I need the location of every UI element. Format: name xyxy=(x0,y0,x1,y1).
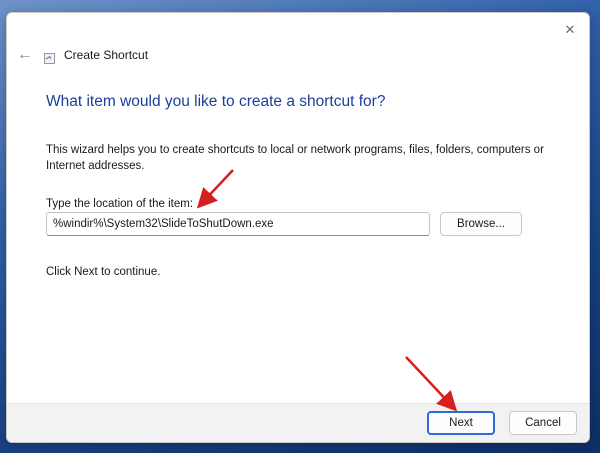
close-icon: ✕ xyxy=(564,22,576,37)
cancel-button[interactable]: Cancel xyxy=(509,411,577,435)
page-heading: What item would you like to create a sho… xyxy=(46,93,386,110)
title-bar: ← Create Shortcut xyxy=(7,41,589,71)
close-button[interactable]: ✕ xyxy=(559,19,581,41)
window-title: Create Shortcut xyxy=(64,48,149,62)
browse-button[interactable]: Browse... xyxy=(440,212,522,236)
create-shortcut-window: ✕ ← Create Shortcut What item would you … xyxy=(6,12,590,443)
continue-instruction: Click Next to continue. xyxy=(46,266,161,278)
back-arrow-icon: ← xyxy=(17,46,33,63)
location-input[interactable] xyxy=(46,212,430,236)
back-button[interactable]: ← xyxy=(15,45,35,65)
intro-text: This wizard helps you to create shortcut… xyxy=(46,144,544,172)
location-label: Type the location of the item: xyxy=(46,198,194,210)
shortcut-icon xyxy=(44,53,55,64)
button-footer: Next Cancel xyxy=(7,403,589,442)
next-button[interactable]: Next xyxy=(427,411,495,435)
